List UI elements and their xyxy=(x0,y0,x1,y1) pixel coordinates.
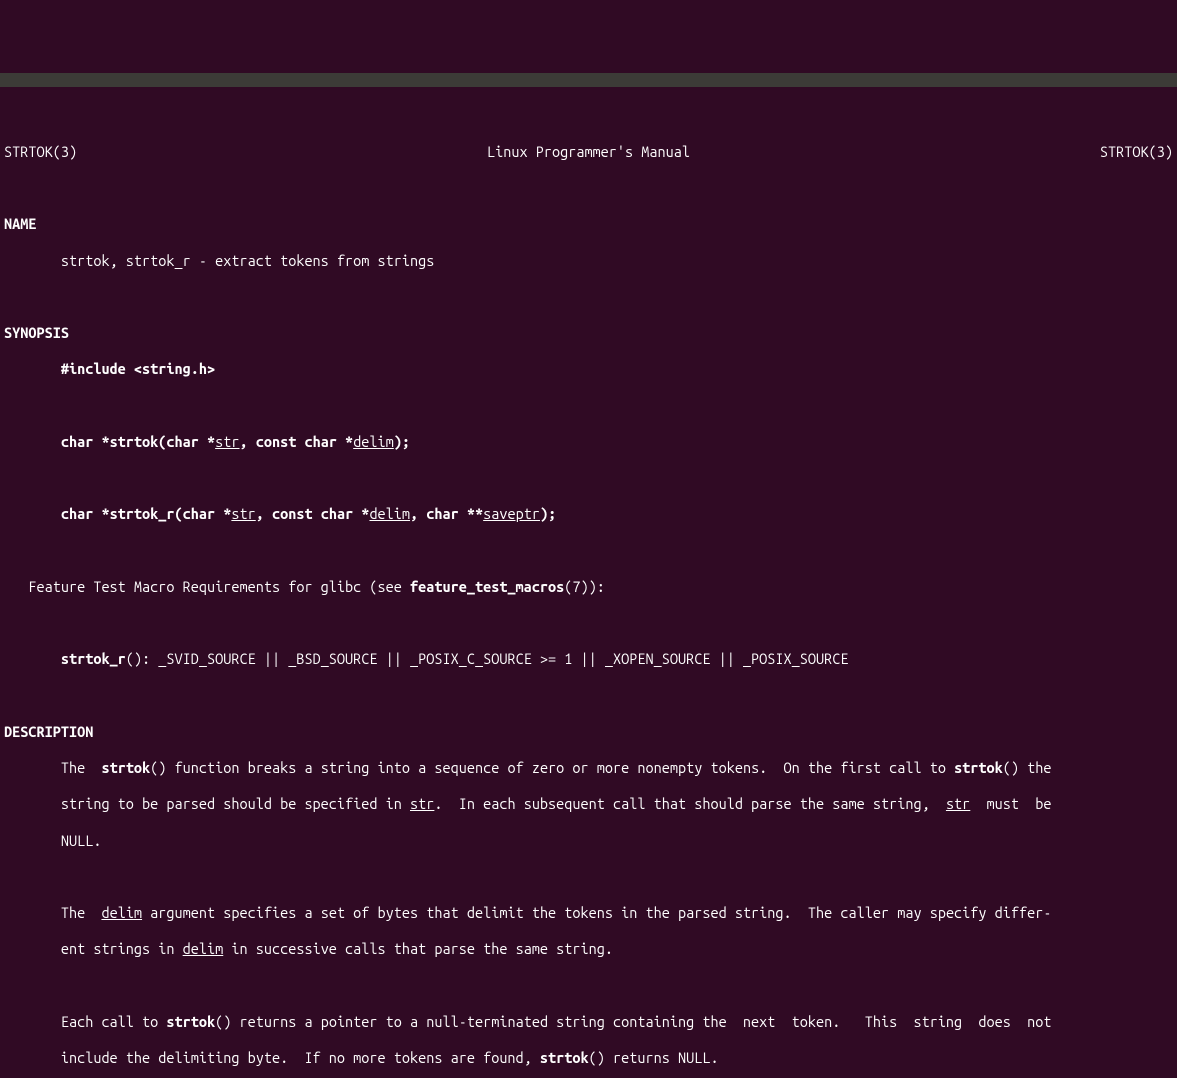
section-description: DESCRIPTION xyxy=(4,723,1173,741)
manpage-header: STRTOK(3) Linux Programmer's Manual STRTOK… xyxy=(4,143,1173,161)
synopsis-include: #include <string.h> xyxy=(4,360,1173,378)
desc-p3-l2: include the delimiting byte. If no more … xyxy=(4,1049,1173,1067)
blank-line xyxy=(4,397,1173,415)
blank-line xyxy=(4,542,1173,560)
header-left: STRTOK(3) xyxy=(4,143,77,161)
desc-p2-l2: ent strings in delim in successive calls… xyxy=(4,940,1173,958)
blank-line xyxy=(4,179,1173,197)
section-synopsis: SYNOPSIS xyxy=(4,324,1173,342)
blank-line xyxy=(4,469,1173,487)
header-right: STRTOK(3) xyxy=(1100,143,1173,161)
synopsis-strtok-r: char *strtok_r(char *str, const char *de… xyxy=(4,505,1173,523)
section-name: NAME xyxy=(4,215,1173,233)
blank-line xyxy=(4,288,1173,306)
desc-p1-l2: string to be parsed should be specified … xyxy=(4,795,1173,813)
desc-p1-l1: The strtok() function breaks a string in… xyxy=(4,759,1173,777)
desc-p2-l1: The delim argument specifies a set of by… xyxy=(4,904,1173,922)
blank-line xyxy=(4,614,1173,632)
name-line: strtok, strtok_r - extract tokens from s… xyxy=(4,252,1173,270)
desc-p3-l1: Each call to strtok() returns a pointer … xyxy=(4,1013,1173,1031)
ftm-sources: strtok_r(): _SVID_SOURCE || _BSD_SOURCE … xyxy=(4,650,1173,668)
window-titlebar: /share/CProj/SplitString 12:3 xyxy=(0,73,1177,87)
blank-line xyxy=(4,868,1173,886)
manpage-content[interactable]: STRTOK(3) Linux Programmer's Manual STRTOK… xyxy=(0,123,1177,1078)
desc-p1-l3: NULL. xyxy=(4,832,1173,850)
blank-line xyxy=(4,977,1173,995)
synopsis-strtok: char *strtok(char *str, const char *deli… xyxy=(4,433,1173,451)
blank-line xyxy=(4,687,1173,705)
header-center: Linux Programmer's Manual xyxy=(487,143,690,161)
ftm-line: Feature Test Macro Requirements for glib… xyxy=(4,578,1173,596)
